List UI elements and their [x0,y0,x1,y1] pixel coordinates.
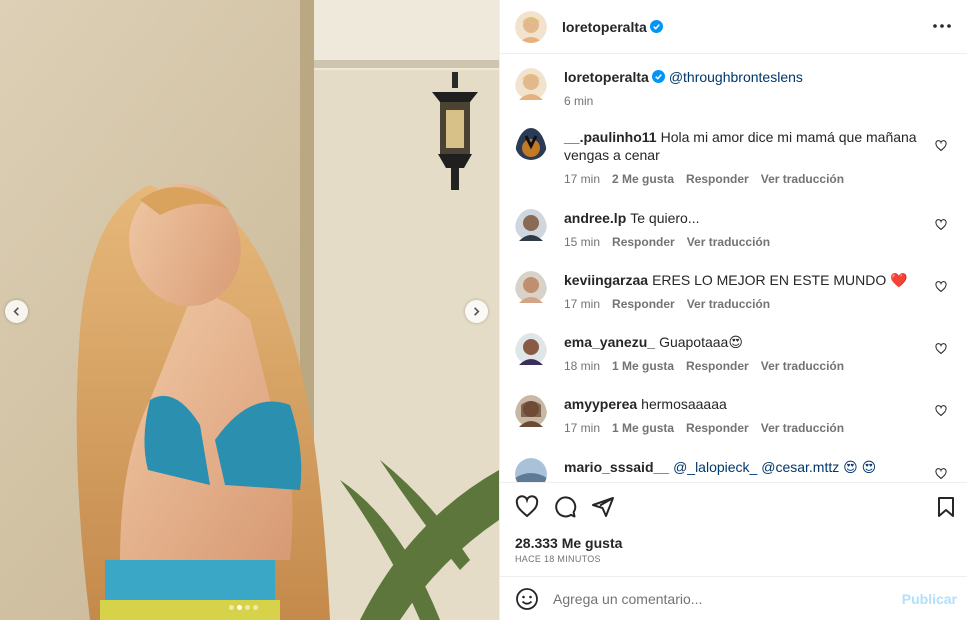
like-comment-heart-icon[interactable] [935,468,947,480]
more-options-button[interactable] [930,14,954,38]
comment-icon[interactable] [553,495,577,519]
author-username[interactable]: loretoperalta [562,19,647,35]
comments-list[interactable]: loretoperalta @throughbronteslens 6 min _… [500,54,967,482]
comment-username[interactable]: ema_yanezu_ [564,334,655,350]
comment-time: 17 min [564,172,601,186]
caption-avatar[interactable] [515,68,547,108]
comment-input[interactable] [553,590,893,607]
caption-mention[interactable]: @throughbronteslens [669,69,803,85]
like-comment-heart-icon[interactable] [935,343,947,355]
comment-item: andree.lp Te quiero... 15 min Responder V… [515,209,955,249]
translate-button[interactable]: Ver traducción [761,172,844,186]
share-icon[interactable] [591,495,615,519]
bookmark-icon[interactable] [934,495,958,519]
post-caption: loretoperalta @throughbronteslens 6 min [515,68,944,108]
carousel-dot [245,605,250,610]
reply-button[interactable]: Responder [686,359,749,373]
commenter-avatar[interactable] [515,128,547,186]
commenter-avatar[interactable] [515,209,547,249]
comment-username[interactable]: amyyperea [564,396,637,412]
post-details-panel: loretoperalta loretoperalta @throughbront… [499,0,967,620]
more-icon [933,24,951,28]
carousel-dot [253,605,258,610]
likes-count[interactable]: 28.333 Me gusta [515,535,622,551]
reply-button[interactable]: Responder [612,297,675,311]
reply-button[interactable]: Responder [686,172,749,186]
comment-text: ERES LO MEJOR EN ESTE MUNDO ❤️ [652,272,908,288]
comment-likes[interactable]: 2 Me gusta [612,172,674,186]
post-media[interactable] [0,0,499,620]
like-comment-heart-icon[interactable] [935,405,947,417]
comment-item: ema_yanezu_ Guapotaaa😍 18 min 1 Me gusta … [515,333,955,373]
comment-item: __.paulinho11 Hola mi amor dice mi mamá q… [515,128,955,186]
comment-time: 17 min [564,421,601,435]
caption-time: 6 min [564,94,594,108]
comment-text: Te quiero... [630,210,700,226]
comment-username[interactable]: keviingarzaa [564,272,648,288]
post-actions: 28.333 Me gusta HACE 18 MINUTOS [500,482,967,576]
comment-username[interactable]: mario_sssaid__ [564,459,669,475]
translate-button[interactable]: Ver traducción [687,235,770,249]
commenter-avatar[interactable] [515,395,547,435]
comment-time: 17 min [564,297,601,311]
comment-text: Guapotaaa😍 [659,334,743,350]
next-photo-button[interactable] [465,300,488,323]
carousel-dot-active [237,605,242,610]
chevron-right-icon [474,307,480,316]
translate-button[interactable]: Ver traducción [761,421,844,435]
post-time: HACE 18 MINUTOS [515,554,601,564]
carousel-dots [229,605,258,610]
comment-item: keviingarzaa ERES LO MEJOR EN ESTE MUNDO … [515,271,955,311]
comment-username[interactable]: andree.lp [564,210,626,226]
carousel-dot [229,605,234,610]
comment-time: 15 min [564,235,601,249]
translate-button[interactable]: Ver traducción [761,359,844,373]
post-header: loretoperalta [500,0,967,54]
comment-likes[interactable]: 1 Me gusta [612,359,674,373]
commenter-avatar[interactable] [515,271,547,311]
comment-item: mario_sssaid__ @_lalopieck_ @cesar.mttz 😍… [515,458,955,482]
comment-text: hermosaaaaa [641,396,727,412]
comment-item: amyyperea hermosaaaaa 17 min 1 Me gusta R… [515,395,955,435]
chevron-left-icon [13,307,19,316]
add-comment-bar: Publicar [500,576,967,620]
emoji-icon[interactable] [515,587,539,611]
comment-time: 18 min [564,359,601,373]
caption-username[interactable]: loretoperalta [564,69,649,85]
comment-username[interactable]: __.paulinho11 [564,129,657,145]
reply-button[interactable]: Responder [612,235,675,249]
like-comment-heart-icon[interactable] [935,219,947,231]
verified-icon [651,70,665,83]
previous-photo-button[interactable] [5,300,28,323]
commenter-avatar[interactable] [515,458,547,482]
like-heart-icon[interactable] [515,495,539,519]
commenter-avatar[interactable] [515,333,547,373]
verified-icon [649,20,663,33]
translate-button[interactable]: Ver traducción [687,297,770,311]
post-photo [0,0,499,620]
comment-likes[interactable]: 1 Me gusta [612,421,674,435]
reply-button[interactable]: Responder [686,421,749,435]
author-avatar[interactable] [515,10,547,43]
publish-button[interactable]: Publicar [902,591,957,607]
comment-text: @_lalopieck_ @cesar.mttz 😍 😍 [673,459,877,475]
like-comment-heart-icon[interactable] [935,140,947,152]
like-comment-heart-icon[interactable] [935,281,947,293]
